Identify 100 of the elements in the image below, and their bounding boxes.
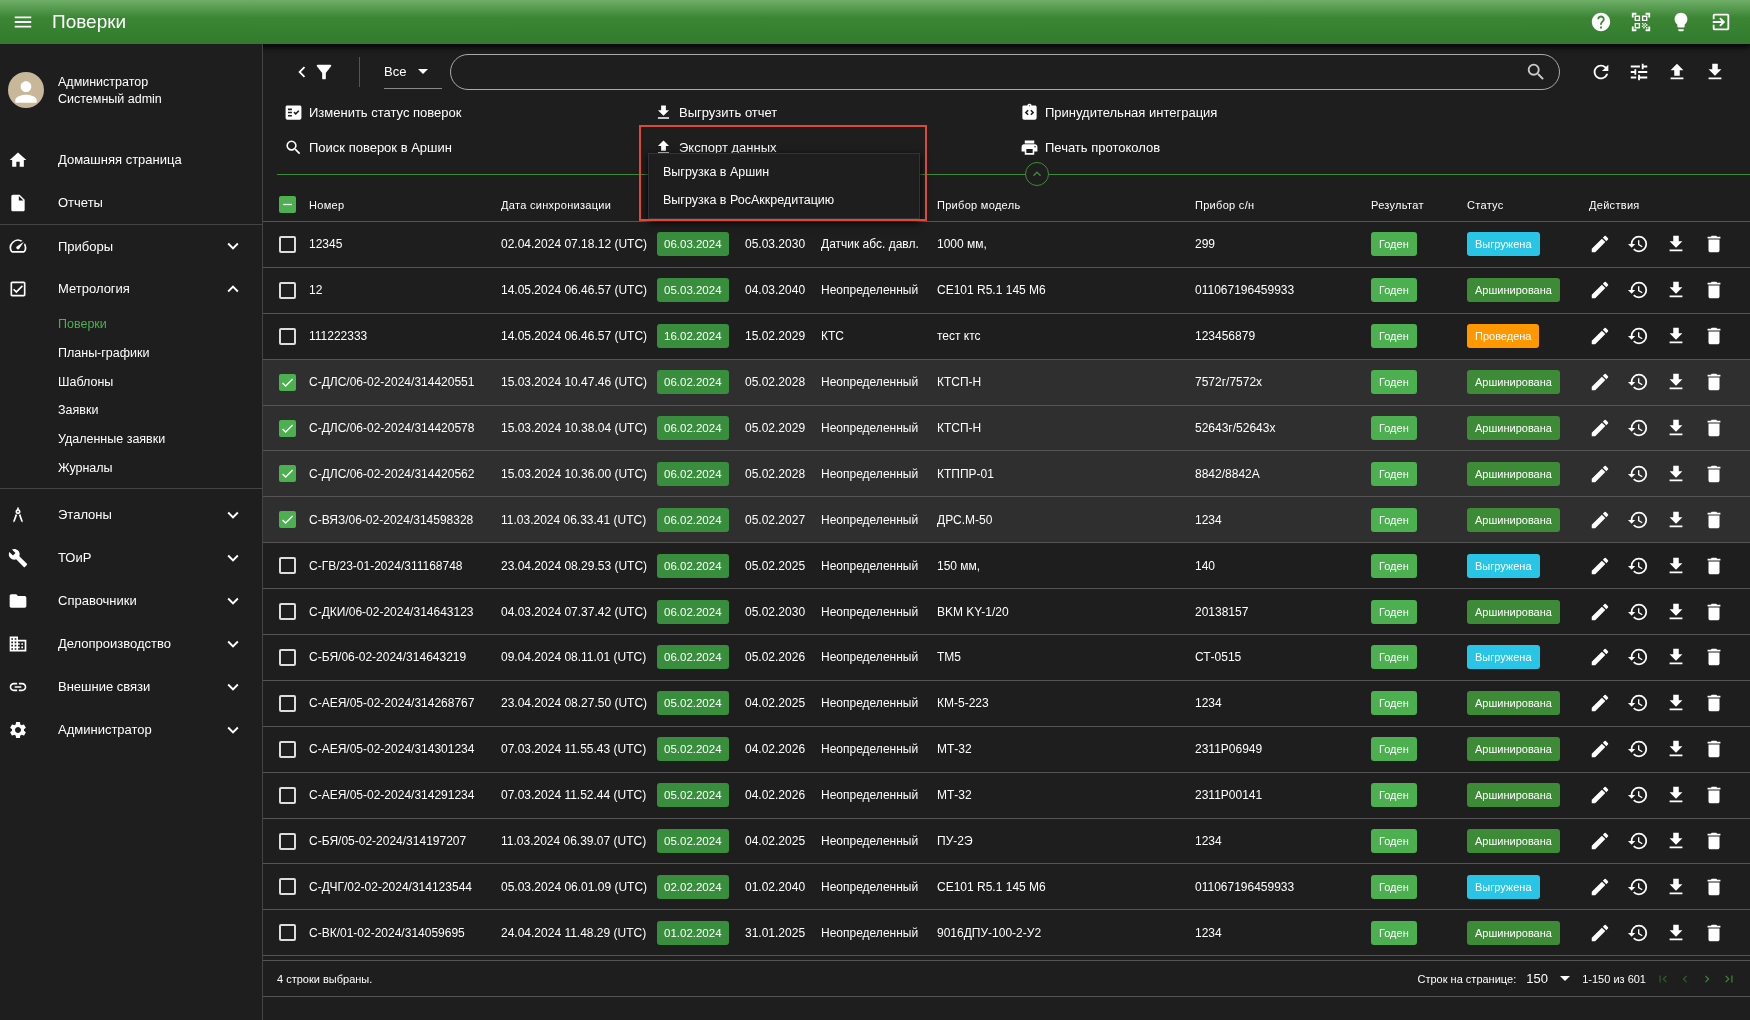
sidebar-item[interactable]: Отчеты (0, 181, 262, 224)
action-button[interactable]: Экспорт данных (654, 137, 777, 157)
date-badge: 06.02.2024 (657, 370, 729, 395)
row-checkbox[interactable] (279, 603, 296, 621)
rows-per-page-select[interactable]: 150 (1526, 968, 1573, 989)
table-cell-text: 04.02.2025 (745, 696, 807, 711)
row-checkbox[interactable] (279, 557, 296, 575)
menu-item[interactable]: Выгрузка в РосАккредитацию (649, 186, 919, 214)
row-checkbox[interactable] (279, 648, 296, 666)
history-icon[interactable] (1627, 830, 1649, 852)
sidebar-item[interactable]: Домашняя страница (0, 138, 262, 181)
row-checkbox[interactable] (279, 786, 296, 804)
table-cell-text: КТСП-Н (937, 375, 983, 390)
sidebar-item[interactable]: Справочники (0, 579, 262, 623)
column-header: Результат (1371, 198, 1425, 211)
result-badge: Годен (1371, 416, 1417, 440)
scope-dropdown[interactable]: Все (384, 55, 442, 89)
action-button[interactable]: Поиск поверок в Аршин (284, 137, 452, 157)
date-badge: 05.02.2024 (657, 829, 729, 853)
sidebar-subitem[interactable]: Заявки (0, 396, 262, 425)
row-checkbox[interactable] (279, 327, 296, 345)
table-cell-text: 140 (1195, 558, 1217, 573)
table-cell-text: Неопределенный (821, 421, 920, 435)
table-cell-text: КМ-5-223 (937, 696, 990, 711)
sidebar-subitem[interactable]: Поверки (0, 310, 262, 339)
row-checkbox[interactable] (279, 832, 296, 850)
result-badge: Годен (1371, 829, 1417, 853)
table-cell-text: BKM KY-1/20 (937, 604, 1010, 619)
sidebar-subitem[interactable]: Шаблоны (0, 367, 262, 397)
table-cell-text: Неопределенный (821, 558, 920, 573)
table-cell-text: 1234 (1195, 696, 1223, 711)
row-checkbox[interactable] (279, 281, 296, 299)
action-button[interactable]: Принудительная интеграция (1020, 102, 1218, 122)
rows-per-page-label: Строк на странице: (1417, 972, 1517, 985)
table-cell-text: Неопределенный (821, 879, 920, 894)
sliders-icon[interactable] (1628, 61, 1650, 83)
row-checkbox[interactable] (279, 235, 296, 253)
table-cell-text: 05.02.2030 (745, 604, 807, 619)
gear-icon (8, 719, 28, 740)
sidebar-item[interactable]: Приборы (0, 224, 262, 267)
edit-icon[interactable] (1589, 830, 1611, 852)
table-cell-text: 04.02.2025 (745, 834, 807, 848)
select-all-checkbox[interactable] (279, 196, 296, 213)
table-cell-text: КТППР-01 (937, 466, 995, 481)
row-checkbox[interactable] (279, 694, 296, 712)
table-cell-text: 299 (1195, 237, 1217, 252)
table-cell-text: С-ДЧГ/02-02-2024/314123544 (309, 879, 473, 894)
history-icon[interactable] (1627, 417, 1649, 439)
row-checkbox[interactable] (279, 465, 296, 483)
row-checkbox[interactable] (279, 419, 296, 437)
row-checkbox[interactable] (279, 740, 296, 758)
result-badge: Годен (1371, 370, 1417, 395)
avatar (8, 72, 44, 108)
date-badge: 05.02.2024 (657, 737, 729, 762)
row-checkbox[interactable] (279, 373, 296, 391)
table-cell-text: С-ДКИ/06-02-2024/314643123 (309, 604, 475, 619)
sidebar-item[interactable]: Метрология (0, 267, 262, 310)
sidebar-subitem[interactable]: Журналы (0, 453, 262, 483)
table-cell-text: 05.02.2027 (745, 512, 807, 527)
sidebar-item[interactable]: Делопроизводство (0, 622, 262, 666)
row-checkbox[interactable] (279, 511, 296, 529)
gauge-icon (8, 236, 28, 256)
logout-icon[interactable] (1710, 11, 1732, 33)
help-icon[interactable] (1590, 11, 1612, 33)
user-role: Администратор (58, 74, 150, 89)
table-cell-text: 04.03.2040 (745, 283, 807, 298)
action-button[interactable]: Изменить статус поверок (284, 102, 462, 122)
table-cell-text: 05.02.2028 (745, 375, 807, 390)
sidebar-subitem[interactable]: Планы-графики (0, 338, 262, 368)
collapse-button[interactable] (1025, 162, 1049, 186)
sidebar-item[interactable]: ТОиР (0, 536, 262, 580)
date-badge: 16.02.2024 (657, 324, 729, 349)
table-cell-text: 2311P06949 (1195, 742, 1264, 757)
edit-icon[interactable] (1589, 417, 1611, 439)
table-cell-text: С-АЕЯ/05-02-2024/314301234 (309, 742, 476, 757)
sidebar-item[interactable]: Внешние связи (0, 665, 262, 709)
row-checkbox[interactable] (279, 924, 296, 942)
action-button[interactable]: Печать протоколов (1020, 137, 1161, 157)
row-checkbox[interactable] (279, 878, 296, 896)
table-cell-text: 05.03.2024 06.01.09 (UTC) (501, 879, 649, 894)
table-cell-text: 07.03.2024 11.52.44 (UTC) (501, 788, 648, 803)
table-cell-text: 23.04.2024 08.29.53 (UTC) (501, 558, 649, 573)
sidebar-subitem[interactable]: Удаленные заявки (0, 424, 262, 454)
table-cell-text: 52643г/52643х (1195, 421, 1277, 435)
table-cell-text: 14.05.2024 06.46.57 (UTC) (501, 329, 649, 344)
search-icon (284, 137, 303, 157)
table-cell-text: 1234 (1195, 512, 1223, 527)
table-cell-text: 011067196459933 (1195, 283, 1296, 298)
menu-item[interactable]: Выгрузка в Аршин (649, 158, 919, 186)
table-cell-text: С-ВЯЗ/06-02-2024/314598328 (309, 512, 475, 527)
sidebar-item[interactable]: Эталоны (0, 493, 262, 537)
status-badge: Аршинирована (1467, 783, 1560, 808)
qr-scan-icon[interactable] (1630, 11, 1652, 33)
result-badge: Годен (1371, 232, 1417, 257)
sidebar-item[interactable]: Администратор (0, 708, 262, 752)
table-cell-text: 7572г/7572х (1195, 375, 1264, 390)
column-header: Номер (309, 198, 346, 211)
table-cell-text: ПУ-2Э (937, 834, 974, 848)
action-button[interactable]: Выгрузить отчет (654, 102, 778, 122)
table-cell-text: 1234 (1195, 834, 1223, 848)
